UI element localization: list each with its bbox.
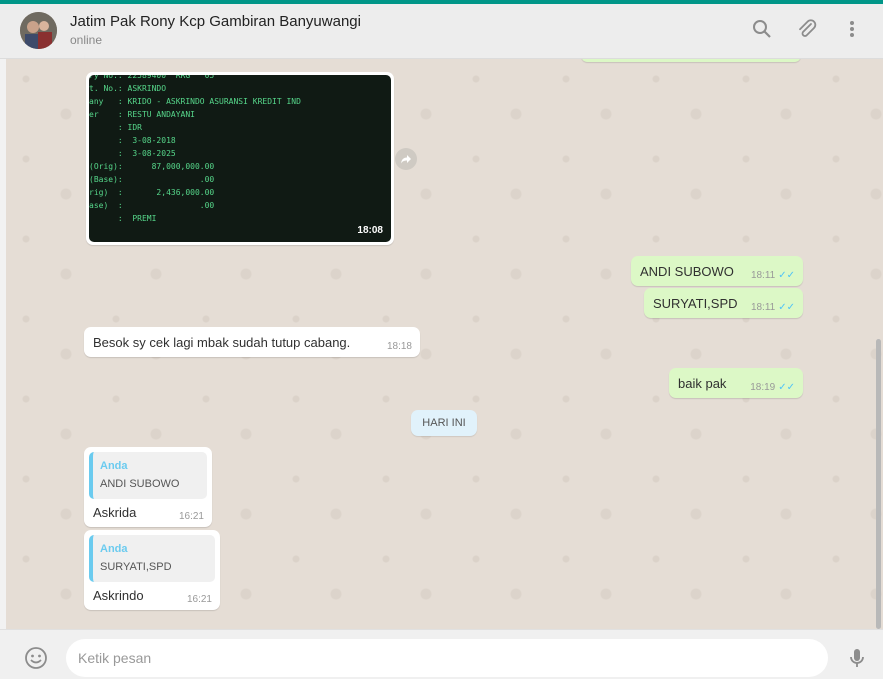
message-time: 18:11	[750, 302, 776, 313]
outgoing-message[interactable]: ANDI SUBOWO 18:11 ✓✓	[631, 256, 803, 286]
compose-bar	[0, 629, 883, 679]
contact-avatar[interactable]	[20, 12, 57, 49]
contact-status: online	[70, 33, 103, 47]
search-icon[interactable]	[750, 17, 774, 41]
message-time: 18:18	[386, 341, 412, 352]
double-check-icon: ✓✓	[778, 270, 795, 281]
quote-text: SURYATI,SPD	[100, 561, 172, 573]
message-time: 16:21	[178, 511, 204, 522]
forward-icon[interactable]	[395, 148, 417, 170]
chat-header: Jatim Pak Rony Kcp Gambiran Banyuwangi o…	[0, 4, 883, 59]
message-time: 16:21	[186, 594, 212, 605]
reply-message[interactable]: Anda SURYATI,SPD Askrindo 16:21	[84, 530, 220, 610]
reply-message[interactable]: Anda ANDI SUBOWO Askrida 16:21	[84, 447, 212, 527]
message-meta: 18:11 ✓✓	[751, 302, 795, 313]
contact-name[interactable]: Jatim Pak Rony Kcp Gambiran Banyuwangi	[70, 13, 361, 30]
message-time: 18:11	[750, 270, 776, 281]
date-badge: HARI INI	[411, 410, 477, 436]
message-meta: 18:11 ✓✓	[751, 270, 795, 281]
quoted-message[interactable]: Anda ANDI SUBOWO	[89, 452, 207, 499]
quoted-message[interactable]: Anda SURYATI,SPD	[89, 535, 215, 582]
quote-text: ANDI SUBOWO	[100, 478, 180, 490]
message-text: baik pak	[678, 376, 727, 391]
double-check-icon: ✓✓	[778, 302, 795, 313]
outgoing-message[interactable]: SURYATI,SPD 18:11 ✓✓	[644, 288, 803, 318]
message-time: 18:19	[750, 382, 776, 393]
message-text: ANDI SUBOWO	[640, 264, 734, 279]
emoji-icon[interactable]	[24, 646, 48, 670]
message-text: Besok sy cek lagi mbak sudah tutup caban…	[93, 335, 351, 350]
double-check-icon: ✓✓	[778, 382, 795, 393]
scrollbar[interactable]	[876, 339, 881, 629]
menu-icon[interactable]	[840, 17, 864, 41]
quote-author: Anda	[100, 543, 128, 555]
message-meta: 18:19 ✓✓	[750, 382, 795, 393]
quote-author: Anda	[100, 460, 128, 472]
partial-outgoing-bubble	[581, 59, 801, 62]
image-message[interactable]: ry No.: 22589400 RRG 05 t. No.: ASKRINDO…	[86, 72, 394, 245]
message-time: 18:08	[357, 225, 383, 236]
message-list[interactable]: ry No.: 22589400 RRG 05 t. No.: ASKRINDO…	[6, 59, 883, 629]
message-text: Askrida	[93, 505, 137, 520]
image-screen-text: ry No.: 22589400 RRG 05 t. No.: ASKRINDO…	[89, 75, 301, 223]
message-text: Askrindo	[93, 588, 144, 603]
microphone-icon[interactable]	[845, 646, 869, 670]
image-thumbnail[interactable]: ry No.: 22589400 RRG 05 t. No.: ASKRINDO…	[89, 75, 391, 242]
message-text: SURYATI,SPD	[653, 296, 738, 311]
incoming-message[interactable]: Besok sy cek lagi mbak sudah tutup caban…	[84, 327, 420, 357]
message-input[interactable]	[66, 639, 828, 677]
outgoing-message[interactable]: baik pak 18:19 ✓✓	[669, 368, 803, 398]
attach-icon[interactable]	[795, 17, 819, 41]
